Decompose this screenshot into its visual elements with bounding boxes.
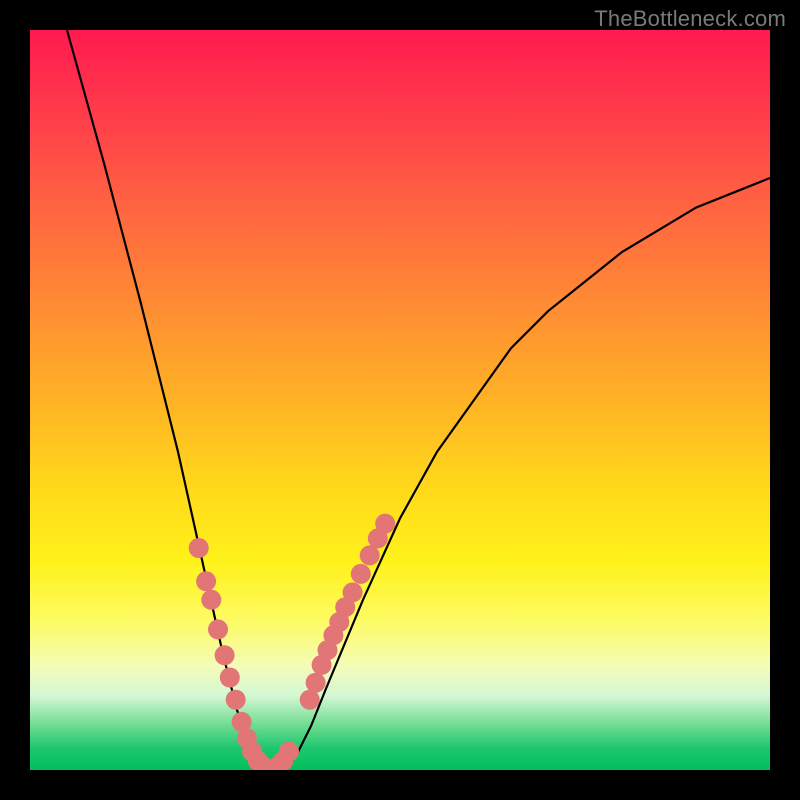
- highlight-dot: [220, 668, 240, 688]
- highlight-dot: [189, 538, 209, 558]
- bottleneck-curve: [67, 30, 770, 770]
- highlight-dot: [215, 645, 235, 665]
- highlight-dot: [351, 564, 371, 584]
- highlight-dot: [226, 690, 246, 710]
- highlight-dot: [208, 619, 228, 639]
- plot-area: [30, 30, 770, 770]
- watermark-text: TheBottleneck.com: [594, 6, 786, 32]
- highlight-dot: [306, 673, 326, 693]
- highlight-dot: [343, 582, 363, 602]
- highlight-dot: [279, 742, 299, 762]
- highlight-dot: [360, 545, 380, 565]
- highlight-dot: [300, 690, 320, 710]
- highlight-dot: [201, 590, 221, 610]
- highlight-dot: [375, 514, 395, 534]
- chart-frame: TheBottleneck.com: [0, 0, 800, 800]
- highlight-dot: [196, 571, 216, 591]
- bottleneck-curve-svg: [30, 30, 770, 770]
